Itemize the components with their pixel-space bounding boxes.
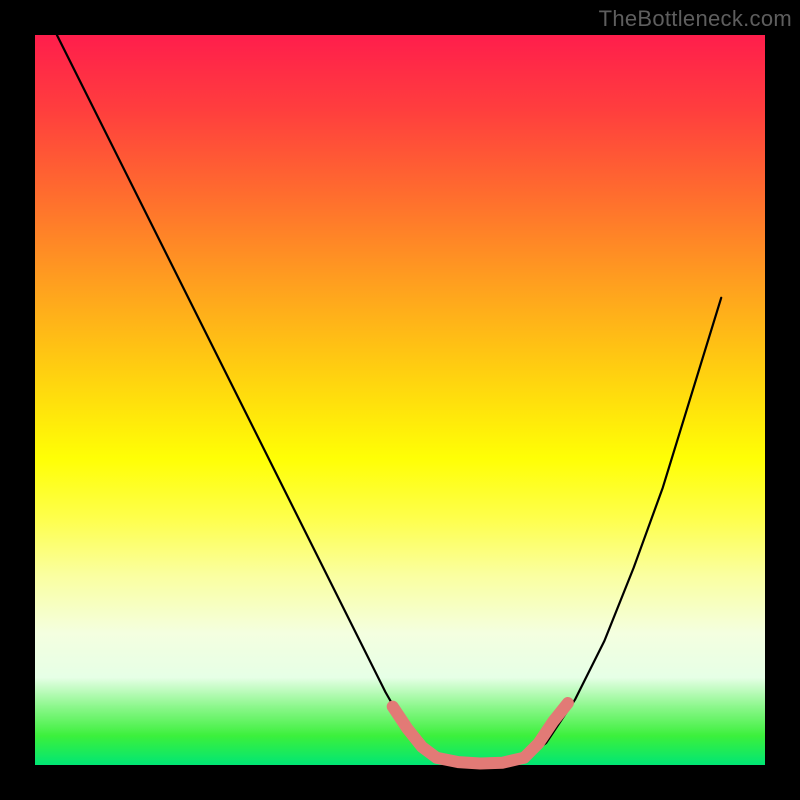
curve-svg <box>35 35 765 765</box>
accent-left-knee <box>393 707 437 758</box>
chart-frame: TheBottleneck.com <box>0 0 800 800</box>
accent-flat-bottom <box>437 758 525 764</box>
plot-area <box>35 35 765 765</box>
bottleneck-curve <box>57 35 721 765</box>
accent-right-knee <box>524 703 568 758</box>
watermark-text: TheBottleneck.com <box>599 6 792 32</box>
